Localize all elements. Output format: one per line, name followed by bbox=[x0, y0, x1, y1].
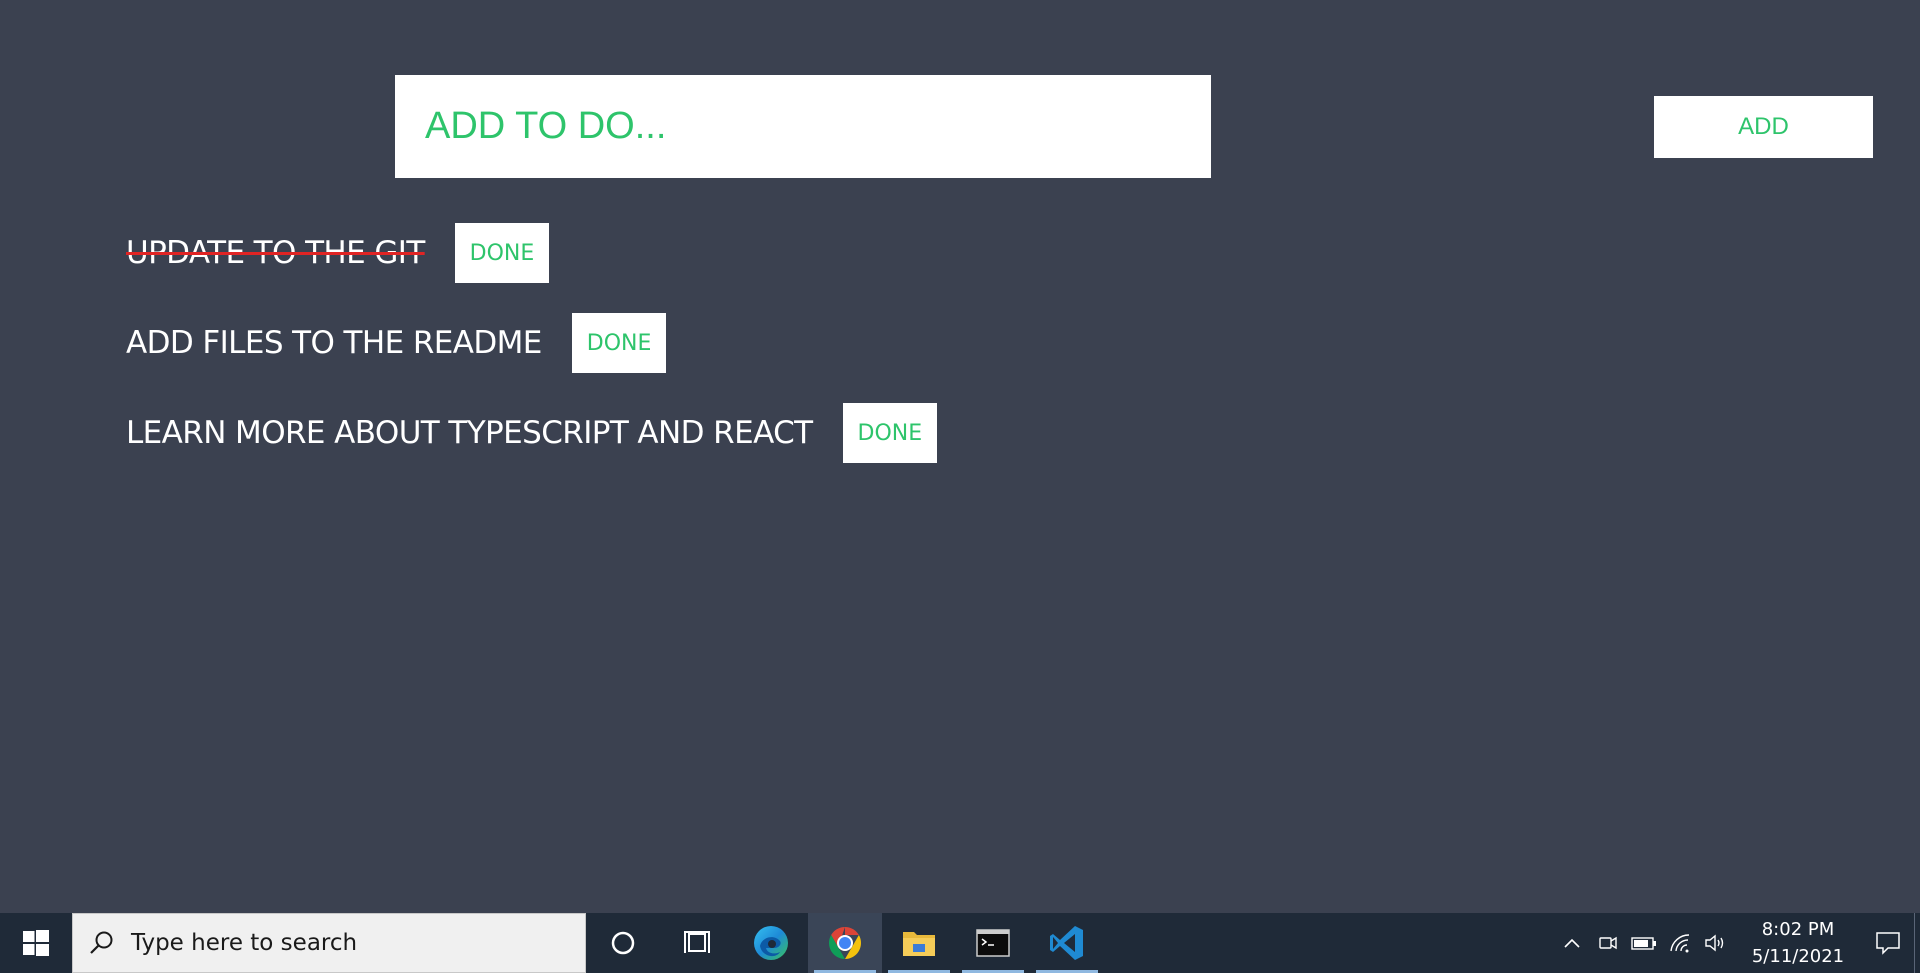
todo-text[interactable]: ADD FILES TO THE README bbox=[126, 325, 542, 361]
todo-item: LEARN MORE ABOUT TYPESCRIPT AND REACT DO… bbox=[126, 403, 938, 463]
todo-app: ADD UPDATE TO THE GIT DONE ADD FILES TO … bbox=[0, 0, 1920, 913]
action-center-button[interactable] bbox=[1862, 913, 1914, 973]
done-button[interactable]: DONE bbox=[842, 403, 938, 463]
network-button[interactable] bbox=[1662, 913, 1698, 973]
meet-now-icon bbox=[1599, 936, 1617, 950]
windows-icon bbox=[23, 930, 49, 956]
taskbar-search[interactable]: Type here to search bbox=[72, 913, 586, 973]
start-button[interactable] bbox=[0, 913, 72, 973]
todo-list: UPDATE TO THE GIT DONE ADD FILES TO THE … bbox=[126, 223, 938, 493]
chevron-up-icon bbox=[1564, 938, 1580, 948]
todo-item: UPDATE TO THE GIT DONE bbox=[126, 223, 937, 283]
file-explorer-icon bbox=[903, 932, 935, 956]
todo-item: ADD FILES TO THE README DONE bbox=[126, 313, 937, 373]
clock[interactable]: 8:02 PM 5/11/2021 bbox=[1748, 916, 1848, 970]
cortana-button[interactable] bbox=[586, 913, 660, 973]
todo-text[interactable]: LEARN MORE ABOUT TYPESCRIPT AND REACT bbox=[126, 415, 813, 451]
edge-icon bbox=[754, 926, 788, 960]
chrome-button[interactable] bbox=[808, 913, 882, 973]
edge-button[interactable] bbox=[734, 913, 808, 973]
search-placeholder: Type here to search bbox=[131, 930, 358, 956]
clock-date: 5/11/2021 bbox=[1751, 946, 1845, 967]
add-button[interactable]: ADD bbox=[1654, 96, 1873, 158]
clock-time: 8:02 PM bbox=[1761, 919, 1835, 940]
task-view-button[interactable] bbox=[660, 913, 734, 973]
vscode-icon bbox=[1050, 926, 1083, 960]
battery-button[interactable] bbox=[1626, 913, 1662, 973]
volume-button[interactable] bbox=[1698, 913, 1734, 973]
todo-text[interactable]: UPDATE TO THE GIT bbox=[126, 235, 425, 271]
done-button[interactable]: DONE bbox=[571, 313, 667, 373]
terminal-icon bbox=[976, 929, 1010, 957]
done-button[interactable]: DONE bbox=[454, 223, 550, 283]
task-view-icon bbox=[684, 931, 710, 953]
search-icon bbox=[90, 931, 113, 954]
notification-icon bbox=[1876, 932, 1900, 955]
wifi-icon bbox=[1670, 934, 1690, 953]
terminal-button[interactable] bbox=[956, 913, 1030, 973]
show-hidden-icons-button[interactable] bbox=[1554, 913, 1590, 973]
show-desktop-button[interactable] bbox=[1914, 913, 1920, 973]
meet-now-button[interactable] bbox=[1590, 913, 1626, 973]
chrome-icon bbox=[828, 927, 862, 959]
system-tray: 8:02 PM 5/11/2021 bbox=[1554, 913, 1920, 973]
volume-icon bbox=[1705, 934, 1724, 952]
vscode-button[interactable] bbox=[1030, 913, 1104, 973]
cortana-icon bbox=[611, 931, 635, 955]
file-explorer-button[interactable] bbox=[882, 913, 956, 973]
taskbar: Type here to search 8:02 PM 5/11/2021 bbox=[0, 913, 1920, 973]
todo-input[interactable] bbox=[395, 75, 1211, 178]
battery-icon bbox=[1631, 937, 1656, 950]
